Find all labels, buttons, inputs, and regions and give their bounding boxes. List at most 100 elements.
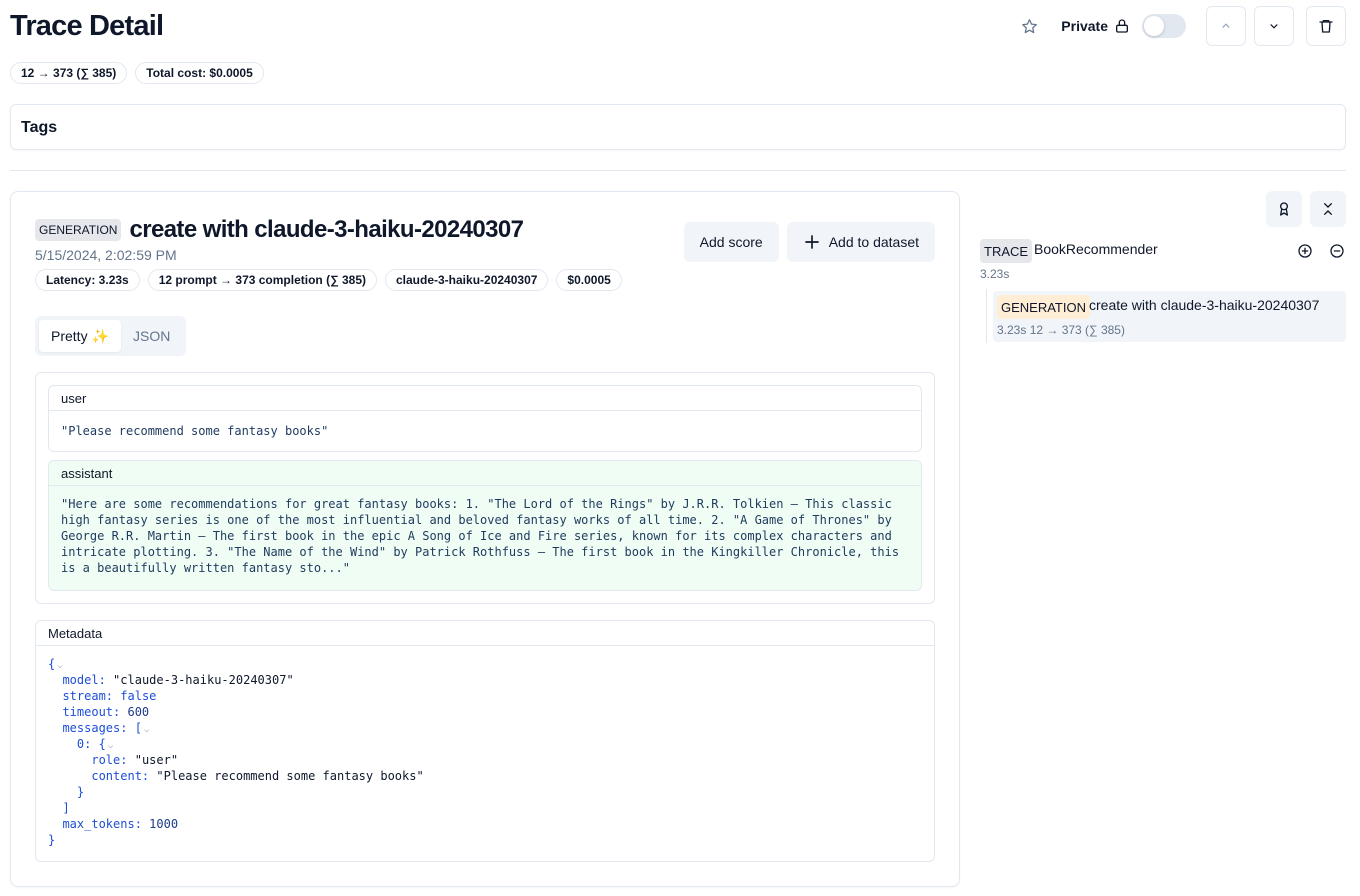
private-toggle[interactable] — [1142, 14, 1186, 38]
total-cost-pill: Total cost: $0.0005 — [135, 62, 264, 84]
add-score-label: Add score — [699, 234, 763, 250]
add-to-dataset-button[interactable]: Add to dataset — [786, 222, 935, 262]
trace-name: BookRecommender — [1034, 241, 1158, 257]
collapse-chevron-icon[interactable]: ⌵ — [144, 725, 149, 735]
collapse-minus-icon[interactable] — [1328, 242, 1346, 260]
latency-pill: Latency: 3.23s — [35, 269, 140, 291]
collapse-all-button[interactable] — [1310, 191, 1346, 227]
json-line: messages: [⌵ — [48, 720, 922, 736]
json-bracket: } — [48, 833, 56, 847]
chevron-up-icon — [1219, 19, 1233, 33]
trace-tree-generation[interactable]: GENERATION create with claude-3-haiku-20… — [993, 291, 1346, 342]
next-trace-button[interactable] — [1254, 6, 1294, 46]
generation-name: create with claude-3-haiku-20240307 — [1089, 297, 1320, 313]
json-bracket: } — [76, 785, 85, 799]
chevron-down-icon — [1267, 19, 1281, 33]
trace-controls — [1296, 242, 1346, 260]
tags-card: Tags — [10, 104, 1346, 150]
message-role: user — [49, 386, 921, 411]
lock-icon — [1114, 18, 1130, 34]
private-label: Private — [1061, 18, 1108, 34]
view-tabs: Pretty ✨ JSON — [35, 316, 187, 356]
trash-icon — [1318, 18, 1334, 34]
divider — [10, 170, 1346, 171]
trace-badge: TRACE — [980, 239, 1033, 263]
message-content: "Please recommend some fantasy books" — [61, 424, 329, 438]
json-token: content: — [91, 769, 150, 783]
json-token: stream: — [62, 689, 114, 703]
metadata-box: Metadata {⌵ model: "claude-3-haiku-20240… — [35, 620, 935, 862]
json-line: } — [48, 832, 922, 848]
json-bracket: [ — [134, 721, 142, 735]
json-bracket: ] — [62, 801, 70, 815]
observation-card: GENERATION create with claude-3-haiku-20… — [10, 191, 960, 887]
json-line: max_tokens: 1000 — [48, 816, 922, 832]
json-line: role: "user" — [48, 752, 922, 768]
page-title: Trace Detail — [10, 10, 164, 42]
tab-pretty-label: Pretty — [51, 328, 88, 344]
json-line: stream: false — [48, 688, 922, 704]
json-token: "claude-3-haiku-20240307" — [113, 673, 294, 687]
message-content: "Here are some recommendations for great… — [61, 497, 907, 575]
json-line: 0: {⌵ — [48, 736, 922, 752]
add-to-dataset-label: Add to dataset — [828, 234, 919, 250]
add-score-button[interactable]: Add score — [683, 222, 779, 262]
observation-pills: Latency: 3.23s 12 prompt → 373 completio… — [35, 269, 622, 291]
message-assistant: assistant "Here are some recommendations… — [48, 460, 922, 591]
json-token: max_tokens: — [62, 817, 142, 831]
json-token: 0: — [76, 737, 92, 751]
sparkles-icon: ✨ — [91, 327, 110, 344]
metadata-title: Metadata — [36, 621, 934, 646]
expand-plus-icon[interactable] — [1296, 242, 1314, 260]
model-pill: claude-3-haiku-20240307 — [385, 269, 549, 291]
observation-title: create with claude-3-haiku-20240307 — [129, 216, 524, 243]
json-token: false — [120, 689, 157, 703]
token-usage-pill: 12 → 373 (∑ 385) — [10, 62, 128, 84]
json-token: 600 — [127, 705, 150, 719]
json-line: content: "Please recommend some fantasy … — [48, 768, 922, 784]
usage-pill: 12 prompt → 373 completion (∑ 385) — [147, 269, 377, 291]
star-icon[interactable] — [1019, 16, 1039, 36]
previous-trace-button[interactable] — [1206, 6, 1246, 46]
message-role: assistant — [49, 461, 921, 486]
json-bracket: { — [98, 737, 106, 751]
plus-icon — [803, 233, 821, 251]
json-line: {⌵ — [48, 656, 922, 672]
messages-box: user "Please recommend some fantasy book… — [35, 372, 935, 604]
tags-title: Tags — [21, 119, 58, 136]
scores-button[interactable] — [1266, 191, 1302, 227]
json-token: role: — [91, 753, 128, 767]
trace-latency: 3.23s — [980, 267, 1010, 281]
cost-pill: $0.0005 — [556, 269, 622, 291]
collapse-chevron-icon[interactable]: ⌵ — [57, 661, 62, 671]
observation-timestamp: 5/15/2024, 2:02:59 PM — [35, 247, 177, 263]
tab-pretty[interactable]: Pretty ✨ — [39, 320, 122, 352]
summary-pills: 12 → 373 (∑ 385) Total cost: $0.0005 — [10, 62, 264, 84]
json-token: "user" — [134, 753, 179, 767]
trace-tree-root[interactable]: TRACE BookRecommender 3.23s — [980, 239, 1346, 281]
json-bracket: { — [48, 657, 56, 671]
json-token: messages: — [62, 721, 128, 735]
json-line: timeout: 600 — [48, 704, 922, 720]
tree-connector — [986, 289, 987, 343]
header-actions: Private — [1019, 6, 1346, 46]
collapse-icon — [1320, 201, 1336, 217]
tab-json[interactable]: JSON — [121, 320, 182, 352]
collapse-chevron-icon[interactable]: ⌵ — [108, 741, 113, 751]
tab-json-label: JSON — [133, 328, 171, 344]
toggle-knob — [1144, 16, 1164, 36]
observation-header: GENERATION create with claude-3-haiku-20… — [35, 216, 524, 244]
award-icon — [1276, 201, 1292, 217]
json-line: ] — [48, 800, 922, 816]
metadata-json: {⌵ model: "claude-3-haiku-20240307" stre… — [36, 646, 934, 858]
json-line: } — [48, 784, 922, 800]
generation-meta: 3.23s 12 → 373 (∑ 385) — [997, 323, 1125, 337]
trace-tree-actions — [1266, 191, 1346, 227]
message-user: user "Please recommend some fantasy book… — [48, 385, 922, 452]
json-token: model: — [62, 673, 106, 687]
json-token: 1000 — [149, 817, 179, 831]
json-token: "Please recommend some fantasy books" — [156, 769, 424, 783]
observation-type-badge: GENERATION — [35, 219, 122, 241]
generation-badge: GENERATION — [997, 295, 1090, 319]
delete-button[interactable] — [1306, 6, 1346, 46]
